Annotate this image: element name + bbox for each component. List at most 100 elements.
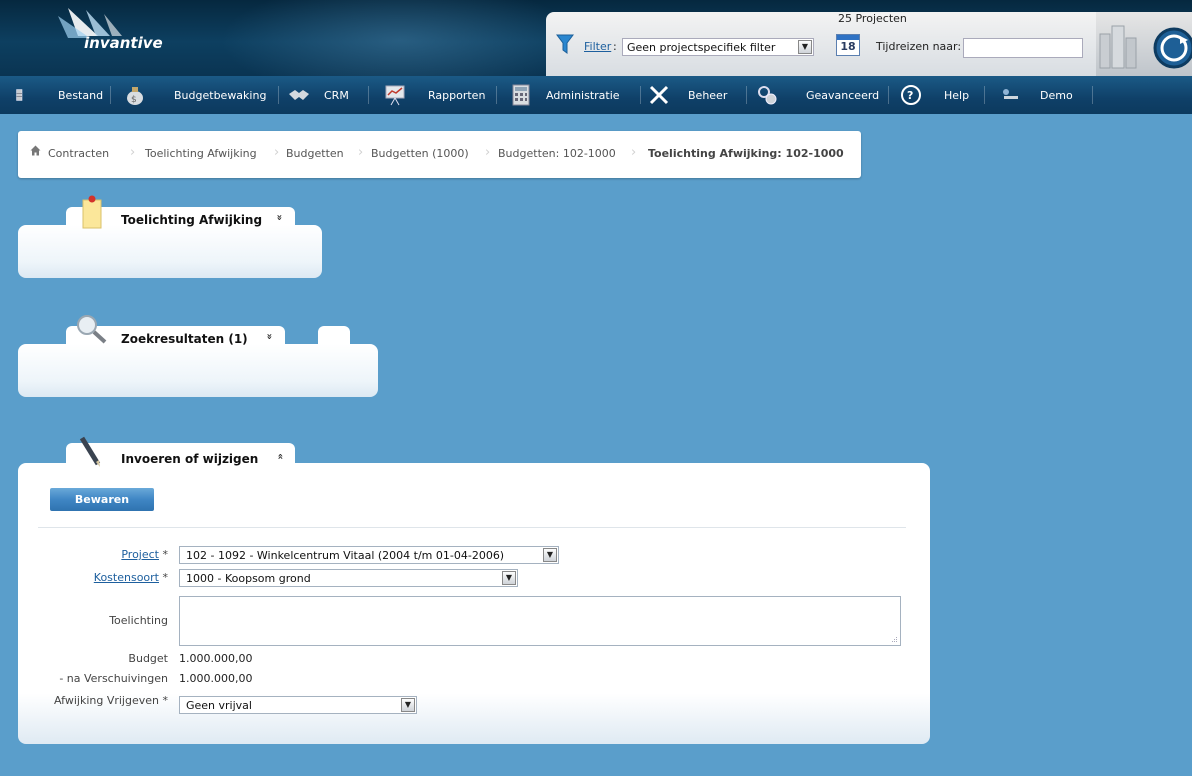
kostensoort-label[interactable]: Kostensoort — [94, 571, 159, 584]
refresh-icon[interactable] — [1096, 12, 1192, 76]
project-label[interactable]: Project — [121, 548, 159, 561]
breadcrumb-item-contracten[interactable]: Contracten — [48, 147, 109, 160]
breadcrumb-separator: › — [358, 145, 364, 160]
nav-item-crm[interactable]: CRM — [288, 76, 349, 114]
kostensoort-value: 1000 - Koopsom grond — [186, 572, 311, 585]
breadcrumb: Contracten › Toelichting Afwijking › Bud… — [18, 131, 861, 178]
breadcrumb-item-budgetten[interactable]: Budgetten — [286, 147, 344, 160]
expand-icon[interactable]: » — [274, 214, 285, 220]
project-filter-select[interactable]: Geen projectspecifiek filter ▼ — [622, 38, 814, 56]
pen-icon — [79, 436, 101, 467]
home-icon[interactable] — [30, 145, 41, 156]
magnifier-icon — [77, 315, 107, 344]
panel-title-zoekresultaten[interactable]: Zoekresultaten (1) — [121, 332, 248, 346]
kostensoort-select[interactable]: 1000 - Koopsom grond ▼ — [179, 569, 518, 587]
nav-separator — [984, 86, 985, 104]
nav-label-administratie: Administratie — [546, 88, 620, 102]
breadcrumb-separator: › — [274, 145, 280, 160]
calendar-icon[interactable]: 18 — [836, 34, 860, 56]
na-verschuivingen-label: - na Verschuivingen — [59, 672, 168, 685]
breadcrumb-separator: › — [485, 145, 491, 160]
time-travel-label: Tijdreizen naar: — [876, 40, 962, 53]
nav-label-help: Help — [944, 88, 970, 102]
toelichting-label: Toelichting — [109, 614, 168, 627]
nav-label-budgetbewaking: Budgetbewaking — [174, 88, 267, 102]
panel-title-invoeren[interactable]: Invoeren of wijzigen — [121, 452, 258, 466]
save-button[interactable]: Bewaren — [50, 488, 154, 511]
nav-label-demo: Demo — [1040, 88, 1073, 102]
logo-text: invantive — [84, 34, 163, 52]
chevron-down-icon[interactable]: ▼ — [543, 548, 557, 562]
afwijking-select[interactable]: Geen vrijval ▼ — [179, 696, 417, 714]
header-glow — [220, 0, 580, 76]
time-travel-input[interactable] — [963, 38, 1083, 58]
presentation-icon — [385, 85, 405, 106]
nav-item-geavanceerd[interactable]: Geavanceerd — [756, 76, 879, 114]
required-mark: * — [159, 571, 168, 584]
tools-icon — [649, 85, 669, 105]
funnel-icon[interactable] — [556, 33, 574, 55]
expand-icon[interactable]: » — [264, 333, 275, 339]
nav-item-budgetbewaking[interactable]: $ Budgetbewaking — [124, 76, 266, 114]
chevron-down-icon[interactable]: ▼ — [798, 40, 812, 54]
breadcrumb-item-budgetten-102-1000[interactable]: Budgetten: 102-1000 — [498, 147, 616, 160]
kostensoort-label-row: Kostensoort * — [20, 571, 168, 584]
svg-text:?: ? — [907, 89, 913, 102]
nav-item-rapporten[interactable]: Rapporten — [384, 76, 485, 114]
breadcrumb-item-current: Toelichting Afwijking: 102-1000 — [648, 147, 844, 160]
nav-item-beheer[interactable]: Beheer — [648, 76, 727, 114]
nav-label-geavanceerd: Geavanceerd — [806, 88, 880, 102]
nav-label-beheer: Beheer — [688, 88, 728, 102]
filter-colon: : — [613, 40, 617, 53]
afwijking-label: Afwijking Vrijgeven — [54, 694, 159, 707]
calculator-icon — [512, 84, 530, 106]
panel-zoekresultaten — [18, 344, 378, 397]
collapse-icon[interactable]: « — [275, 453, 286, 459]
nav-separator — [110, 86, 111, 104]
resize-handle-icon[interactable] — [890, 635, 898, 643]
panel-toelichting-afwijking — [18, 225, 322, 278]
main-nav: Bestand $ Budgetbewaking CRM Rapporten A… — [0, 76, 1192, 114]
note-icon — [82, 195, 102, 229]
afwijking-label-row: Afwijking Vrijgeven * — [20, 694, 168, 707]
breadcrumb-item-budgetten-1000[interactable]: Budgetten (1000) — [371, 147, 469, 160]
filter-link[interactable]: Filter — [584, 40, 611, 53]
na-verschuivingen-value: 1.000.000,00 — [179, 672, 253, 685]
chevron-down-icon[interactable]: ▼ — [502, 571, 516, 585]
form-divider — [38, 527, 906, 528]
nav-item-demo[interactable]: Demo — [998, 76, 1073, 114]
project-value: 102 - 1092 - Winkelcentrum Vitaal (2004 … — [186, 549, 505, 562]
nav-label-crm: CRM — [324, 88, 349, 102]
nav-item-administratie[interactable]: Administratie — [510, 76, 620, 114]
project-label-row: Project * — [20, 548, 168, 561]
nav-item-bestand[interactable]: Bestand — [16, 76, 103, 114]
chevron-down-icon[interactable]: ▼ — [401, 698, 415, 712]
nav-label-bestand: Bestand — [58, 88, 104, 102]
nav-label-rapporten: Rapporten — [428, 88, 486, 102]
file-cabinet-icon — [16, 89, 23, 101]
toelichting-textarea[interactable] — [179, 596, 901, 646]
nav-item-help[interactable]: ? Help — [900, 76, 969, 114]
svg-text:$: $ — [131, 95, 137, 105]
budget-label: Budget — [128, 652, 168, 665]
money-bag-icon: $ — [127, 87, 143, 105]
nav-separator — [640, 86, 641, 104]
header-corner-art — [1096, 12, 1192, 76]
budget-value: 1.000.000,00 — [179, 652, 253, 665]
calendar-day: 18 — [840, 40, 856, 53]
gears-icon — [758, 86, 777, 105]
help-icon: ? — [901, 85, 921, 105]
nav-separator — [278, 86, 279, 104]
nav-separator — [368, 86, 369, 104]
project-select[interactable]: 102 - 1092 - Winkelcentrum Vitaal (2004 … — [179, 546, 559, 564]
project-count: 25 Projecten — [838, 12, 907, 25]
breadcrumb-separator: › — [631, 145, 637, 160]
panel-title-toelichting[interactable]: Toelichting Afwijking — [121, 213, 262, 227]
user-icon — [1003, 89, 1018, 99]
nav-separator — [746, 86, 747, 104]
handshake-icon — [289, 90, 309, 100]
nav-separator — [1092, 86, 1093, 104]
app-header: invantive 25 Projecten Filter : Geen pro… — [0, 0, 1192, 76]
breadcrumb-item-toelichting-afwijking[interactable]: Toelichting Afwijking — [145, 147, 257, 160]
project-filter-value: Geen projectspecifiek filter — [627, 41, 776, 54]
